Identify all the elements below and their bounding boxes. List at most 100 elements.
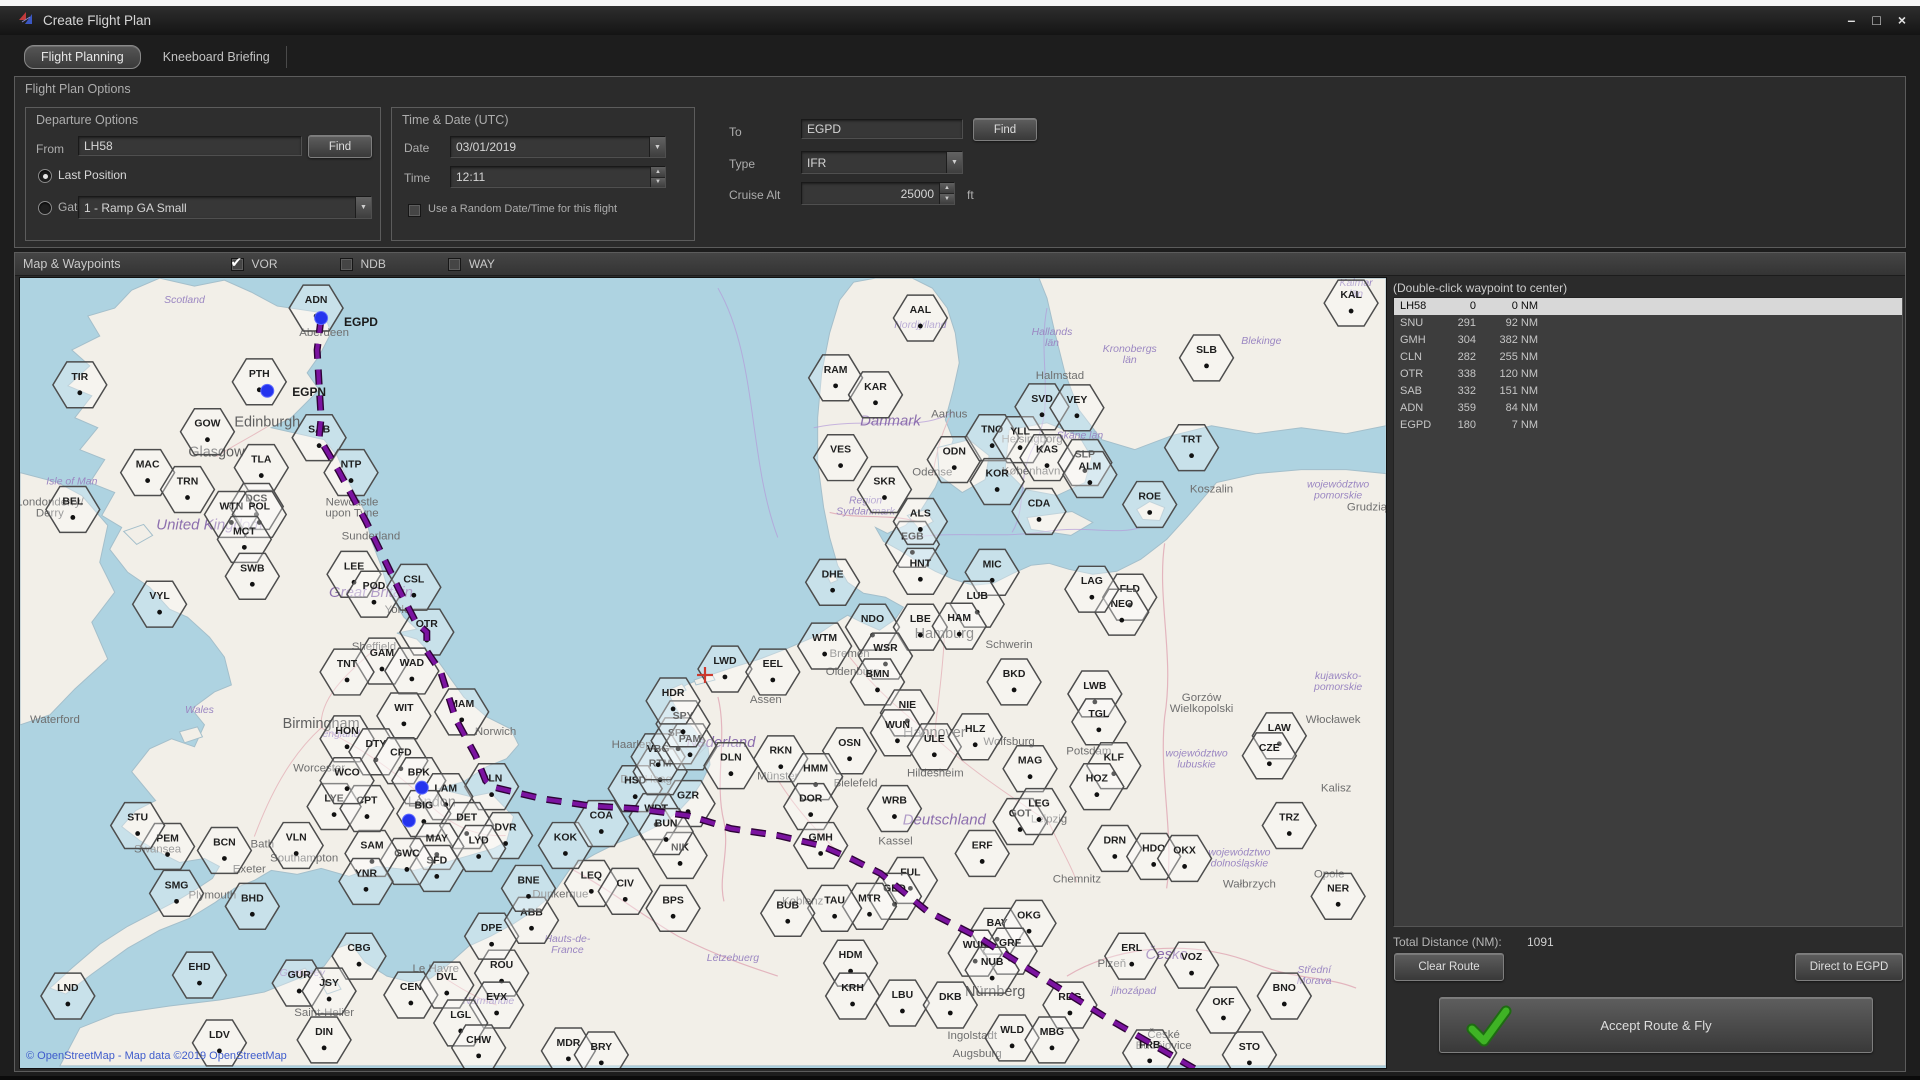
find-destination-button[interactable]: Find (973, 118, 1037, 141)
waypoint-row[interactable]: EGPD1807 NM (1394, 417, 1902, 434)
waypoint-dist: 0 NM (1476, 298, 1538, 315)
map-header-bar: Map & Waypoints VOR NDB WAY (15, 253, 1905, 276)
waypoint-row[interactable]: SNU29192 NM (1394, 315, 1902, 332)
date-picker[interactable]: 03/01/2019 ▼ (450, 136, 666, 158)
waypoint-id: ADN (1394, 400, 1446, 417)
way-checkbox[interactable] (448, 258, 461, 271)
time-date-group: Time & Date (UTC) Date 03/01/2019 ▼ Time… (391, 107, 695, 241)
airport-dot[interactable] (315, 312, 328, 325)
waypoint-dist: 7 NM (1476, 417, 1538, 434)
title-bar[interactable]: Create Flight Plan – □ × (0, 6, 1920, 36)
vor-marker[interactable]: EHD (173, 952, 227, 998)
gate-radio[interactable] (38, 201, 52, 215)
waypoint-dist: 84 NM (1476, 400, 1538, 417)
layer-toggles: VOR NDB WAY (231, 257, 495, 271)
waypoint-list[interactable]: LH5800 NMSNU29192 NMGMH304382 NMCLN28225… (1393, 297, 1903, 927)
time-label: Time (404, 171, 430, 185)
airport-label: EGPD (344, 315, 378, 329)
waypoint-row[interactable]: OTR338120 NM (1394, 366, 1902, 383)
group-title: Time & Date (UTC) (402, 113, 509, 127)
total-distance-label: Total Distance (NM): (1393, 935, 1502, 949)
waypoint-dist: 92 NM (1476, 315, 1538, 332)
gate-select[interactable]: 1 - Ramp GA Small ▼ (78, 196, 372, 219)
accept-route-fly-button[interactable]: Accept Route & Fly (1439, 997, 1873, 1053)
minimize-button[interactable]: – (1848, 6, 1856, 35)
ndb-checkbox[interactable] (340, 258, 353, 271)
airport-dot[interactable] (261, 384, 274, 397)
vor-marker[interactable]: LND (41, 973, 95, 1019)
flight-plan-options-group: Flight Plan Options Departure Options Fr… (14, 76, 1906, 248)
waypoint-id: EGPD (1394, 417, 1446, 434)
map-attribution: © OpenStreetMap - Map data ©2019 OpenStr… (26, 1050, 287, 1062)
waypoint-hint: (Double-click waypoint to center) (1393, 281, 1567, 295)
departure-options-group: Departure Options From Find Last Positio… (25, 107, 381, 241)
last-position-label: Last Position (58, 168, 127, 182)
total-distance-value: 1091 (1527, 935, 1554, 949)
window-body: Flight Planning Kneeboard Briefing Flight… (0, 35, 1920, 1076)
to-input[interactable] (801, 119, 963, 139)
last-position-radio[interactable] (38, 169, 52, 183)
map-section-title: Map & Waypoints (23, 257, 121, 271)
waypoint-dist: 255 NM (1476, 349, 1538, 366)
tab-bar: Flight Planning Kneeboard Briefing (24, 45, 293, 69)
map-canvas[interactable]: ScotlandAberdeenEdinburghGlasgowNewcastl… (20, 278, 1386, 1068)
waypoint-dist: 382 NM (1476, 332, 1538, 349)
layer-toggle-ndb[interactable]: NDB (340, 257, 386, 271)
airport-dot[interactable] (402, 814, 415, 827)
waypoint-brg: 0 (1446, 298, 1476, 315)
layer-toggle-vor[interactable]: VOR (231, 257, 278, 271)
map[interactable]: ScotlandAberdeenEdinburghGlasgowNewcastl… (19, 277, 1387, 1069)
waypoint-row[interactable]: SAB332151 NM (1394, 383, 1902, 400)
layer-label: VOR (252, 257, 278, 271)
cruise-alt-spinner[interactable]: 25000 ▲▼ (801, 182, 955, 205)
waypoint-id: GMH (1394, 332, 1446, 349)
tab-kneeboard-briefing[interactable]: Kneeboard Briefing (147, 46, 287, 68)
close-button[interactable]: × (1898, 6, 1906, 35)
vor-marker[interactable]: ROE (1123, 482, 1177, 528)
chevron-down-icon[interactable]: ▼ (649, 137, 665, 157)
app-icon (18, 10, 34, 31)
group-title: Flight Plan Options (25, 82, 131, 96)
spinner-buttons[interactable]: ▲▼ (939, 183, 954, 204)
from-label: From (36, 142, 64, 156)
cruise-alt-unit: ft (967, 188, 974, 202)
layer-label: WAY (469, 257, 495, 271)
region-border (718, 288, 778, 537)
time-spinner[interactable]: 12:11 ▲▼ (450, 166, 666, 188)
waypoint-dist: 120 NM (1476, 366, 1538, 383)
waypoint-row[interactable]: ADN35984 NM (1394, 400, 1902, 417)
chevron-down-icon[interactable]: ▼ (355, 197, 371, 218)
waypoint-row[interactable]: LH5800 NM (1394, 298, 1902, 315)
vor-checkbox[interactable] (231, 258, 244, 271)
waypoint-row[interactable]: CLN282255 NM (1394, 349, 1902, 366)
waypoint-id: LH58 (1394, 298, 1446, 315)
random-datetime-checkbox[interactable] (408, 204, 421, 217)
tab-flight-planning[interactable]: Flight Planning (24, 45, 141, 69)
layer-toggle-way[interactable]: WAY (448, 257, 495, 271)
find-departure-button[interactable]: Find (308, 135, 372, 158)
waypoint-brg: 338 (1446, 366, 1476, 383)
direct-to-button[interactable]: Direct to EGPD (1795, 953, 1903, 981)
from-input[interactable] (78, 136, 302, 156)
clear-route-button[interactable]: Clear Route (1394, 953, 1504, 981)
green-check-icon (1466, 1005, 1512, 1047)
waypoint-id: SNU (1394, 315, 1446, 332)
waypoint-brg: 359 (1446, 400, 1476, 417)
spinner-buttons[interactable]: ▲▼ (650, 167, 665, 187)
airport-dot[interactable] (415, 781, 428, 794)
group-title: Departure Options (36, 113, 138, 127)
waypoint-id: CLN (1394, 349, 1446, 366)
map-waypoints-group: Map & Waypoints VOR NDB WAY ScotlandAberde… (14, 252, 1906, 1072)
maximize-button[interactable]: □ (1872, 6, 1880, 35)
waypoint-brg: 180 (1446, 417, 1476, 434)
chevron-down-icon[interactable]: ▼ (946, 152, 962, 173)
vor-marker[interactable]: BHD (225, 883, 279, 929)
type-label: Type (729, 157, 755, 171)
random-datetime-label: Use a Random Date/Time for this flight (428, 203, 617, 215)
cruise-alt-label: Cruise Alt (729, 188, 780, 202)
waypoint-brg: 304 (1446, 332, 1476, 349)
type-select[interactable]: IFR ▼ (801, 151, 963, 174)
waypoint-id: SAB (1394, 383, 1446, 400)
waypoint-id: OTR (1394, 366, 1446, 383)
waypoint-row[interactable]: GMH304382 NM (1394, 332, 1902, 349)
